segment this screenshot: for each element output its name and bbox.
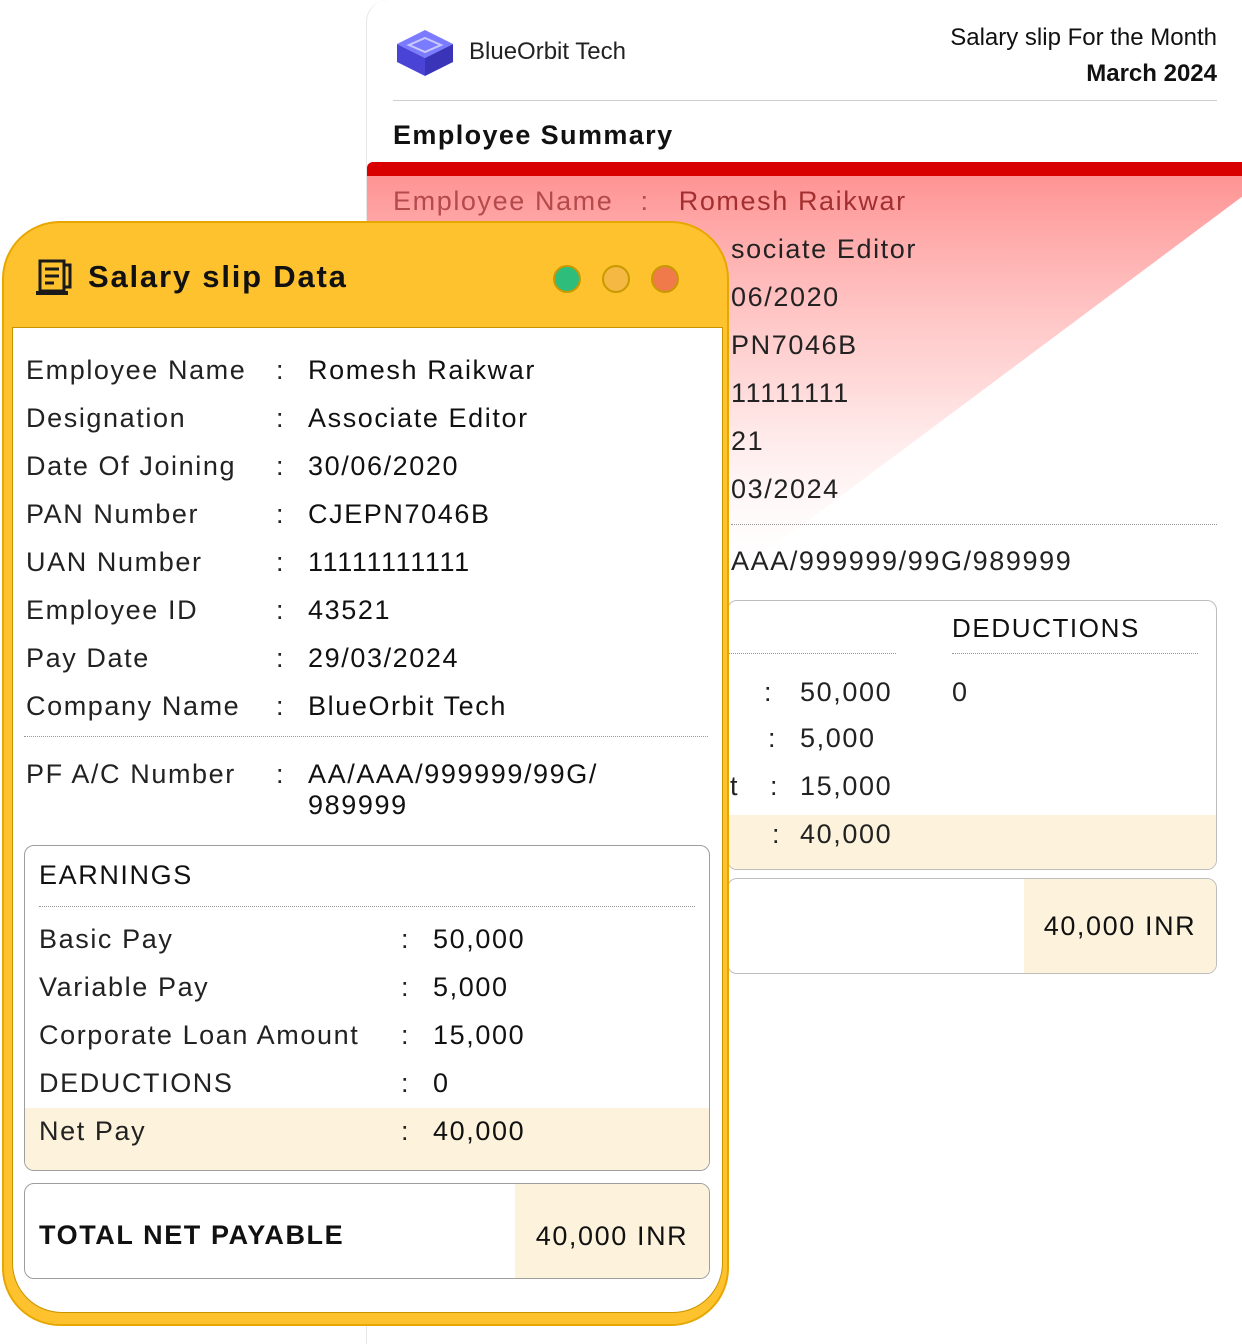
bg-employee-name-value: Romesh Raikwar xyxy=(679,186,907,216)
bg-uan-value: 11111111 xyxy=(731,378,850,409)
pay-date-label: Pay Date xyxy=(26,643,150,674)
bg-colon: : xyxy=(764,677,773,708)
colon: : xyxy=(276,691,285,722)
deductions-label: DEDUCTIONS xyxy=(39,1068,234,1099)
company-name-value: BlueOrbit Tech xyxy=(308,691,507,722)
colon: : xyxy=(276,355,285,386)
total-net-payable-box: TOTAL NET PAYABLE 40,000 INR xyxy=(24,1183,710,1279)
employee-name-value: Romesh Raikwar xyxy=(308,355,536,386)
basic-pay-label: Basic Pay xyxy=(39,924,173,955)
blueorbit-logo-icon xyxy=(393,26,457,80)
slip-title-line: Salary slip For the Month xyxy=(950,20,1217,56)
bg-variable-value: 5,000 xyxy=(800,723,876,754)
bg-corporate-value: 15,000 xyxy=(800,771,892,802)
colon: : xyxy=(276,451,285,482)
bg-total-amount: 40,000 INR xyxy=(1024,879,1216,973)
uan-number-label: UAN Number xyxy=(26,547,203,578)
employee-id-label: Employee ID xyxy=(26,595,198,626)
bg-deductions-value: 0 xyxy=(952,677,969,708)
divider xyxy=(39,906,695,907)
divider xyxy=(731,524,1217,525)
bg-colon: : xyxy=(770,771,779,802)
colon: : xyxy=(276,643,285,674)
bg-deductions-title: DEDUCTIONS xyxy=(952,613,1140,644)
colon: : xyxy=(401,1020,410,1051)
colon: : xyxy=(401,1116,410,1147)
red-highlight-bar xyxy=(367,162,1242,176)
total-net-payable-amount: 40,000 INR xyxy=(515,1184,709,1278)
employee-id-value: 43521 xyxy=(308,595,391,626)
uan-number-value: 11111111111 xyxy=(308,547,471,578)
bg-colon: : xyxy=(641,186,650,216)
pf-number-line2: 989999 xyxy=(308,790,408,820)
bg-pan-value: PN7046B xyxy=(731,330,858,361)
bg-paydate-value: 03/2024 xyxy=(731,474,840,505)
pf-number-value: AA/AAA/999999/99G/ 989999 xyxy=(308,759,598,821)
bg-doj-value: 06/2020 xyxy=(731,282,840,313)
divider xyxy=(728,653,896,654)
colon: : xyxy=(276,595,285,626)
colon: : xyxy=(276,403,285,434)
bg-corporate-label-partial: t xyxy=(730,771,739,802)
corporate-loan-value: 15,000 xyxy=(433,1020,525,1051)
bg-empid-value: 21 xyxy=(731,426,764,457)
pay-date-value: 29/03/2024 xyxy=(308,643,459,674)
bg-earnings-deductions-table: DEDUCTIONS 0 : 50,000 : 5,000 t : 15,000… xyxy=(727,600,1217,870)
colon: : xyxy=(276,499,285,530)
bg-total-net-payable: 40,000 INR xyxy=(727,878,1217,974)
colon: : xyxy=(401,972,410,1003)
bg-colon: : xyxy=(768,723,777,754)
pan-number-label: PAN Number xyxy=(26,499,199,530)
corporate-loan-label: Corporate Loan Amount xyxy=(39,1020,359,1051)
date-of-joining-label: Date Of Joining xyxy=(26,451,236,482)
bg-designation-value: sociate Editor xyxy=(731,234,917,265)
slip-title: Salary slip For the Month March 2024 xyxy=(950,20,1217,92)
receipt-icon xyxy=(32,257,74,299)
pf-number-line1: AA/AAA/999999/99G/ xyxy=(308,759,598,789)
pf-number-label: PF A/C Number xyxy=(26,759,236,790)
earnings-title: EARNINGS xyxy=(39,860,193,891)
designation-label: Designation xyxy=(26,403,186,434)
bg-net-value: 40,000 xyxy=(800,819,892,850)
divider xyxy=(24,736,708,737)
bg-pf-value: AAA/999999/99G/989999 xyxy=(731,546,1072,577)
colon: : xyxy=(276,759,285,790)
variable-pay-value: 5,000 xyxy=(433,972,509,1003)
net-pay-value: 40,000 xyxy=(433,1116,525,1147)
colon: : xyxy=(276,547,285,578)
employee-name-label: Employee Name xyxy=(26,355,246,386)
total-net-payable-label: TOTAL NET PAYABLE xyxy=(39,1220,344,1251)
colon: : xyxy=(401,1068,410,1099)
window-dot-green[interactable] xyxy=(553,265,581,293)
deductions-value: 0 xyxy=(433,1068,450,1099)
bg-colon: : xyxy=(772,819,781,850)
bg-employee-name-label: Employee Name xyxy=(393,186,613,216)
company-name-label: Company Name xyxy=(26,691,240,722)
earnings-box: EARNINGS Basic Pay : 50,000 Variable Pay… xyxy=(24,845,710,1171)
pan-number-value: CJEPN7046B xyxy=(308,499,491,530)
slip-header: BlueOrbit Tech Salary slip For the Month… xyxy=(393,14,1217,101)
colon: : xyxy=(401,924,410,955)
basic-pay-value: 50,000 xyxy=(433,924,525,955)
employee-summary-title: Employee Summary xyxy=(393,120,674,151)
window-dot-yellow[interactable] xyxy=(602,265,630,293)
divider xyxy=(952,653,1198,654)
net-pay-label: Net Pay xyxy=(39,1116,146,1147)
designation-value: Associate Editor xyxy=(308,403,529,434)
company-name: BlueOrbit Tech xyxy=(469,38,626,66)
bg-basic-value: 50,000 xyxy=(800,677,892,708)
card-title: Salary slip Data xyxy=(88,259,348,295)
variable-pay-label: Variable Pay xyxy=(39,972,209,1003)
date-of-joining-value: 30/06/2020 xyxy=(308,451,459,482)
slip-month: March 2024 xyxy=(950,56,1217,92)
window-dot-red[interactable] xyxy=(651,265,679,293)
bg-employee-name-row: Employee Name : Romesh Raikwar xyxy=(393,186,907,217)
